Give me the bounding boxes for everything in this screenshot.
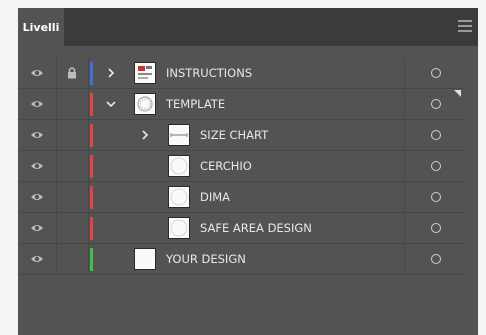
- layer-thumbnail: [134, 93, 156, 115]
- visibility-eye-icon[interactable]: [18, 89, 57, 119]
- target-circle-icon[interactable]: [404, 182, 467, 212]
- target-circle-icon[interactable]: [404, 58, 467, 88]
- layer-color-indicator: [90, 186, 93, 209]
- target-circle-icon[interactable]: [404, 244, 467, 274]
- layer-name[interactable]: SAFE AREA DESIGN: [200, 213, 312, 243]
- layer-row-dima[interactable]: DIMA: [18, 182, 466, 213]
- scroll-indicator-icon: [454, 90, 461, 97]
- visibility-eye-icon[interactable]: [18, 120, 57, 150]
- visibility-eye-icon[interactable]: [18, 151, 57, 181]
- lock-toggle[interactable]: [56, 244, 89, 274]
- layer-name[interactable]: YOUR DESIGN: [166, 244, 246, 274]
- layer-row-instructions[interactable]: INSTRUCTIONS: [18, 58, 466, 89]
- tab-label: Livelli: [22, 20, 60, 34]
- lock-toggle[interactable]: [56, 151, 89, 181]
- panel-header: Livelli: [18, 8, 478, 46]
- lock-toggle[interactable]: [56, 213, 89, 243]
- visibility-eye-icon[interactable]: [18, 182, 57, 212]
- layer-thumbnail: [168, 155, 190, 177]
- layer-name[interactable]: SIZE CHART: [200, 120, 268, 150]
- panel-menu-icon[interactable]: [458, 20, 472, 32]
- layer-row-cerchio[interactable]: CERCHIO: [18, 151, 466, 182]
- tab-livelli[interactable]: Livelli: [18, 8, 64, 46]
- layer-color-indicator: [90, 217, 93, 240]
- layers-panel: Livelli INSTRUCTIONS TEMPLATE SIZE CHART CE…: [18, 8, 478, 335]
- layer-color-indicator: [90, 93, 93, 116]
- lock-toggle[interactable]: [56, 120, 89, 150]
- layer-color-indicator: [90, 248, 93, 271]
- chevron-right-icon[interactable]: [104, 58, 118, 88]
- chevron-down-icon[interactable]: [104, 89, 118, 119]
- lock-toggle[interactable]: [56, 89, 89, 119]
- layer-name[interactable]: CERCHIO: [200, 151, 252, 181]
- target-circle-icon[interactable]: [404, 120, 467, 150]
- layer-row-your-design[interactable]: YOUR DESIGN: [18, 244, 466, 275]
- lock-toggle[interactable]: [56, 182, 89, 212]
- lock-icon[interactable]: [56, 58, 89, 88]
- layer-thumbnail: [134, 248, 156, 270]
- layer-color-indicator: [90, 155, 93, 178]
- layer-thumbnail: [168, 217, 190, 239]
- chevron-right-icon[interactable]: [138, 120, 152, 150]
- layer-row-template[interactable]: TEMPLATE: [18, 89, 466, 120]
- layer-thumbnail: [168, 186, 190, 208]
- visibility-eye-icon[interactable]: [18, 58, 57, 88]
- visibility-eye-icon[interactable]: [18, 213, 57, 243]
- layer-name[interactable]: TEMPLATE: [166, 89, 225, 119]
- target-circle-icon[interactable]: [404, 213, 467, 243]
- layers-list: INSTRUCTIONS TEMPLATE SIZE CHART CERCHIO DIM…: [18, 58, 466, 275]
- target-circle-icon[interactable]: [404, 151, 467, 181]
- layer-thumbnail: [134, 62, 156, 84]
- layer-thumbnail: [168, 124, 190, 146]
- layer-name[interactable]: DIMA: [200, 182, 230, 212]
- layer-row-safe-area-design[interactable]: SAFE AREA DESIGN: [18, 213, 466, 244]
- layer-row-size-chart[interactable]: SIZE CHART: [18, 120, 466, 151]
- layer-color-indicator: [90, 62, 93, 85]
- visibility-eye-icon[interactable]: [18, 244, 57, 274]
- layer-name[interactable]: INSTRUCTIONS: [166, 58, 252, 88]
- layer-color-indicator: [90, 124, 93, 147]
